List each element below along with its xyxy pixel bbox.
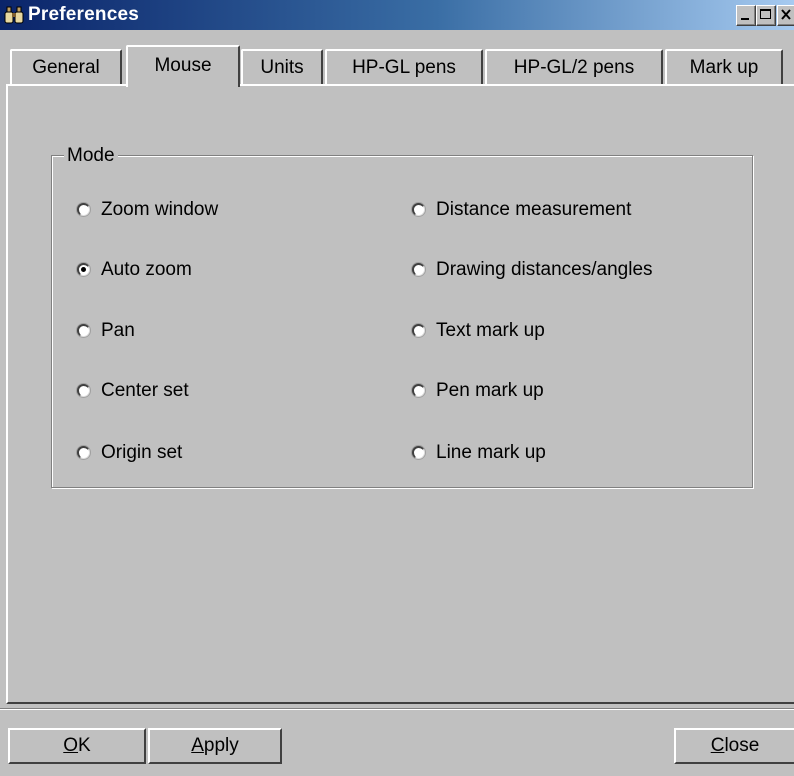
tab-hpgl-pens[interactable]: HP-GL pens [325, 49, 483, 85]
tab-label: Mouse [154, 55, 212, 76]
radio-circle-checked[interactable] [77, 263, 90, 276]
close-window-button[interactable] [777, 5, 794, 26]
radio-circle[interactable] [412, 446, 425, 459]
radio-label: Zoom window [101, 199, 219, 220]
bottom-separator [0, 708, 794, 710]
ok-button[interactable]: OK [8, 728, 146, 764]
radio-label: Text mark up [436, 320, 545, 341]
title-bar[interactable]: Preferences [0, 0, 794, 30]
tab-label: General [32, 57, 100, 78]
radio-circle[interactable] [77, 384, 90, 397]
close-icon [781, 9, 791, 20]
radio-circle[interactable] [77, 446, 90, 459]
maximize-icon [760, 9, 771, 19]
tab-label: Mark up [689, 57, 759, 78]
tab-units[interactable]: Units [241, 49, 323, 85]
apply-button[interactable]: Apply [148, 728, 282, 764]
window-title: Preferences [28, 4, 139, 25]
radio-circle[interactable] [77, 203, 90, 216]
radio-circle[interactable] [77, 324, 90, 337]
radio-circle[interactable] [412, 263, 425, 276]
apply-label-rest: pply [203, 735, 239, 756]
preferences-window: Preferences General Mouse Units HP-GL pe… [0, 0, 794, 776]
radio-circle[interactable] [412, 384, 425, 397]
ok-label-rest: K [78, 735, 91, 756]
tab-hpgl2-pens[interactable]: HP-GL/2 pens [485, 49, 663, 85]
radio-circle[interactable] [412, 324, 425, 337]
radio-label: Distance measurement [436, 199, 632, 220]
minimize-button[interactable] [736, 5, 756, 26]
apply-mnemonic: A [191, 735, 204, 756]
radio-label: Auto zoom [101, 259, 192, 280]
minimize-icon [741, 18, 749, 20]
close-mnemonic: C [710, 735, 725, 756]
tab-mark-up[interactable]: Mark up [665, 49, 783, 85]
close-label-rest: lose [724, 735, 760, 756]
tab-label: HP-GL/2 pens [513, 57, 635, 78]
radio-label: Line mark up [436, 442, 546, 463]
binoculars-icon [4, 6, 26, 24]
ok-mnemonic: O [63, 735, 79, 756]
mode-group-label: Mode [64, 145, 118, 167]
close-button[interactable]: Close [674, 728, 794, 764]
radio-label: Pen mark up [436, 380, 544, 401]
radio-label: Drawing distances/angles [436, 259, 653, 280]
tab-mouse[interactable]: Mouse [126, 45, 240, 87]
tab-general[interactable]: General [10, 49, 122, 85]
radio-label: Center set [101, 380, 189, 401]
radio-label: Pan [101, 320, 135, 341]
radio-label: Origin set [101, 442, 183, 463]
maximize-button[interactable] [756, 5, 776, 26]
tab-label: HP-GL pens [352, 57, 456, 78]
tab-label: Units [260, 57, 304, 78]
radio-circle[interactable] [412, 203, 425, 216]
